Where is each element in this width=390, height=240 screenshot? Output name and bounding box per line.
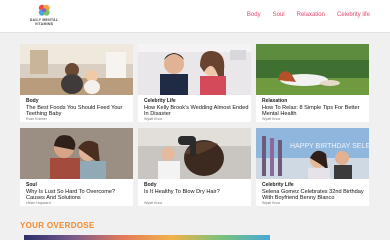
svg-text:HAPPY BIRTHDAY SELENA: HAPPY BIRTHDAY SELENA [290,143,369,150]
article-image[interactable] [20,44,133,95]
article-image[interactable] [138,128,251,179]
article-category[interactable]: Celebrity Life [144,98,176,104]
logo-text: DAILY MENTAL VITAMINS [29,18,59,27]
article-author[interactable]: Wyatt Knox [262,117,280,121]
article-category[interactable]: Celebrity Life [262,182,294,188]
nav-item-relaxation[interactable]: Relaxation [297,12,325,18]
nav-item-body[interactable]: Body [247,12,261,18]
article-card[interactable]: Body The Best Foods You Should Feed Your… [20,44,133,122]
article-image[interactable] [138,44,251,95]
article-category[interactable]: Relaxation [262,98,287,104]
article-grid: Body The Best Foods You Should Feed Your… [20,44,370,206]
article-section: Body The Best Foods You Should Feed Your… [20,44,370,206]
article-image[interactable]: HAPPY BIRTHDAY SELENA [256,128,369,179]
article-author[interactable]: Helen Hayward [26,201,51,205]
article-title[interactable]: Why Is Lust So Hard To Overcome? Causes … [26,189,131,202]
featured-banner[interactable] [24,235,270,240]
nav-item-celebrity-life[interactable]: Celebrity life [337,12,370,18]
article-title[interactable]: Is It Healthy To Blow Dry Hair? [144,189,249,195]
article-author[interactable]: Wyatt Knox [144,201,162,205]
article-author[interactable]: Wyatt Knox [262,201,280,205]
main-nav: Body Soul Relaxation Celebrity life [247,12,370,18]
article-image[interactable] [20,128,133,179]
article-category[interactable]: Body [26,98,39,104]
article-card[interactable]: HAPPY BIRTHDAY SELENA Celebrity Life Sel… [256,128,369,206]
article-category[interactable]: Body [144,182,157,188]
article-card[interactable]: Body Is It Healthy To Blow Dry Hair? Wya… [138,128,251,206]
article-title[interactable]: Selena Gomez Celebrates 32nd Birthday Wi… [262,189,367,202]
article-image[interactable] [256,44,369,95]
logo-icon [38,4,50,16]
article-category[interactable]: Soul [26,182,37,188]
article-card[interactable]: Soul Why Is Lust So Hard To Overcome? Ca… [20,128,133,206]
article-title[interactable]: How Kelly Brook's Wedding Almost Ended I… [144,105,249,118]
article-author[interactable]: Wyatt Knox [144,117,162,121]
article-title[interactable]: The Best Foods You Should Feed Your Teet… [26,105,131,118]
site-logo[interactable]: DAILY MENTAL VITAMINS [26,3,62,31]
article-card[interactable]: Relaxation How To Relax: 8 Simple Tips F… [256,44,369,122]
article-title[interactable]: How To Relax: 8 Simple Tips For Better M… [262,105,367,118]
article-card[interactable]: Celebrity Life How Kelly Brook's Wedding… [138,44,251,122]
nav-item-soul[interactable]: Soul [273,12,285,18]
site-header: DAILY MENTAL VITAMINS Body Soul Relaxati… [0,0,390,33]
article-author[interactable]: Evan Kramer [26,117,47,121]
section-title: YOUR OVERDOSE [20,221,95,230]
